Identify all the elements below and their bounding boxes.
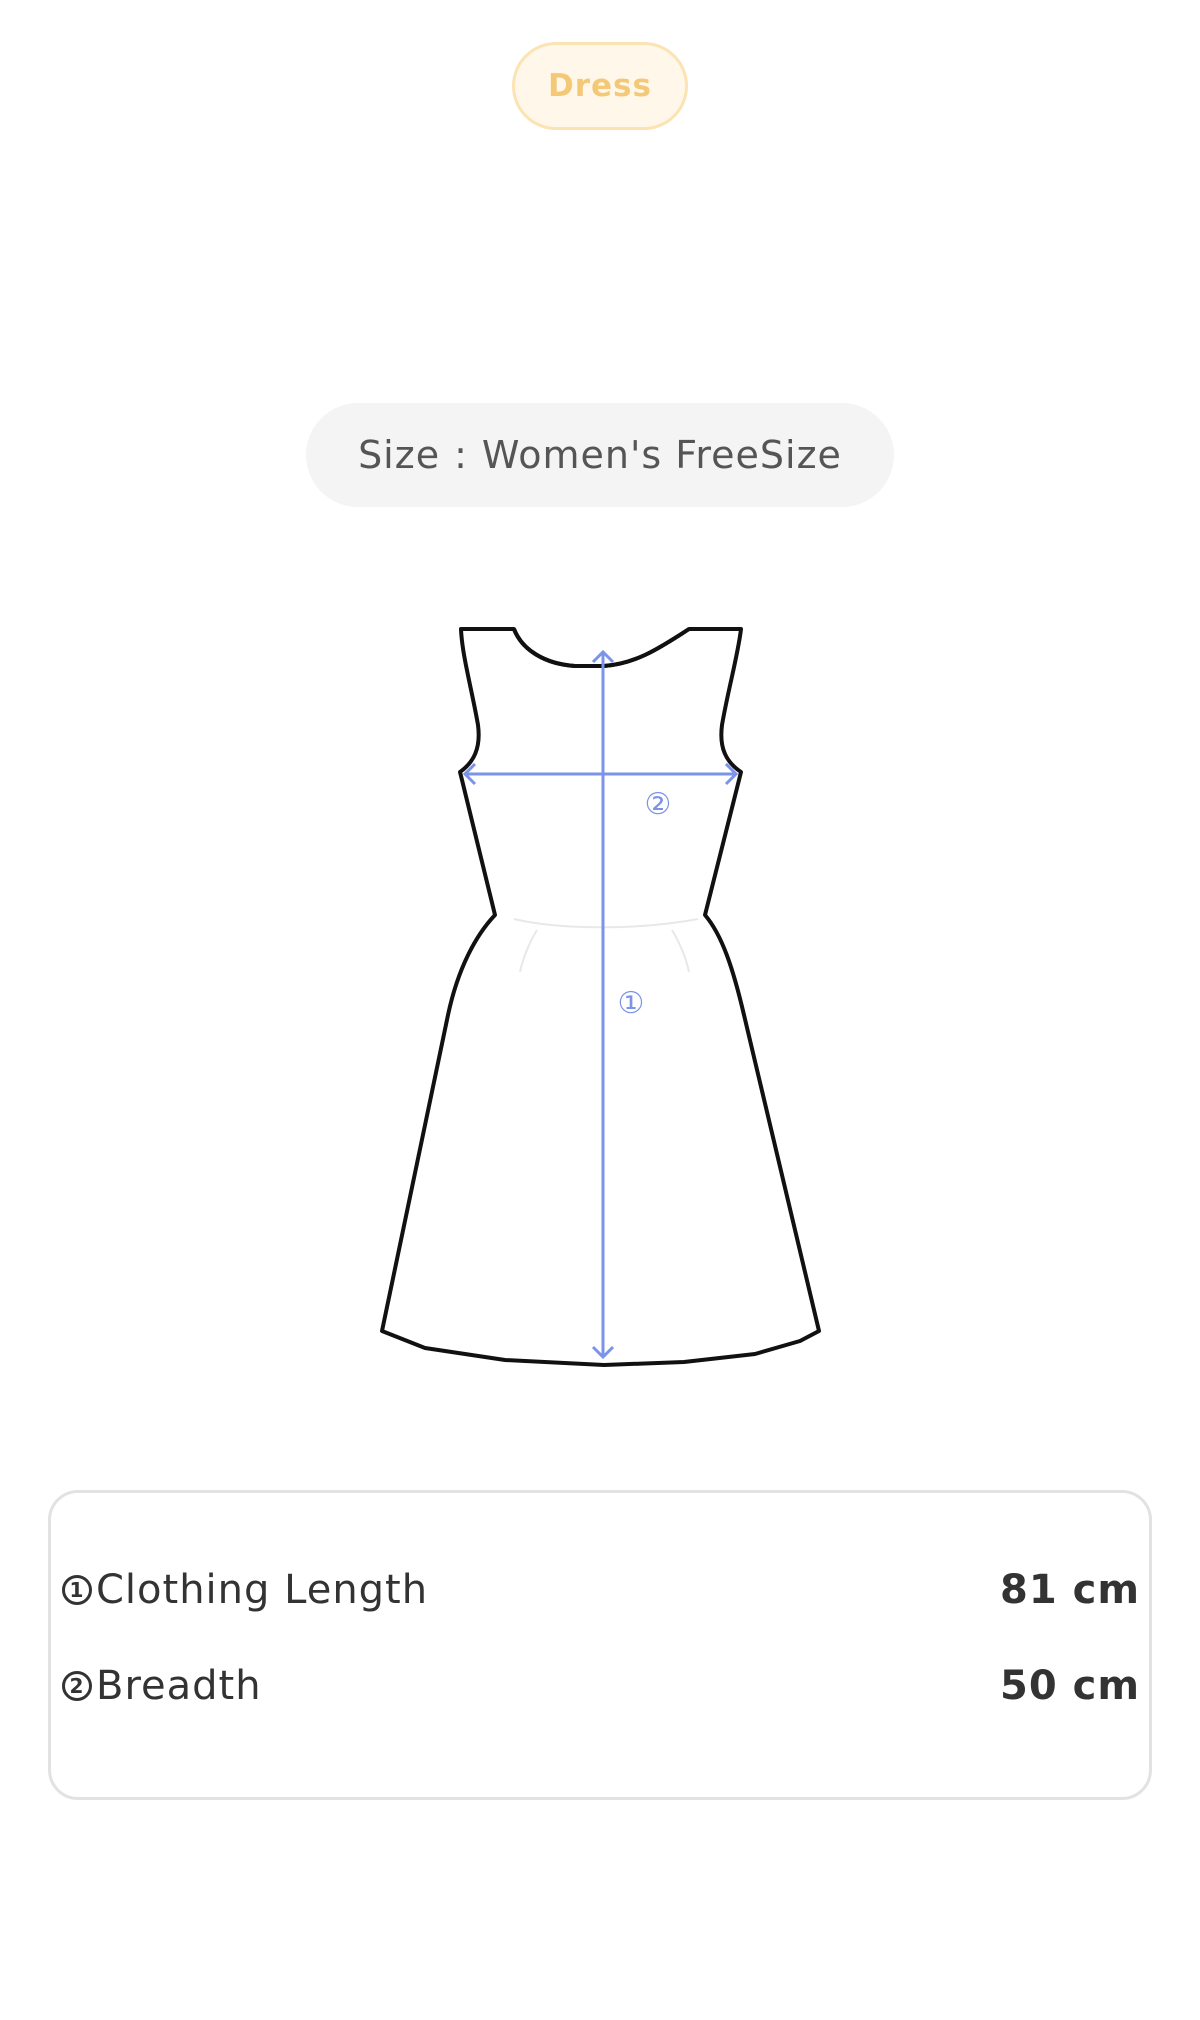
size-value: Women's FreeSize	[481, 433, 842, 477]
size-badge: Size : Women's FreeSize	[306, 403, 894, 507]
marker-badge-2: 2	[62, 1671, 92, 1701]
marker-badge-1: 1	[62, 1575, 92, 1605]
size-prefix: Size	[358, 433, 441, 477]
dress-measurement-diagram: ① ②	[380, 627, 821, 1367]
breadth-marker: ②	[645, 787, 672, 822]
measurement-row: 2 Breadth 50 cm	[62, 1656, 1140, 1716]
size-separator: :	[454, 433, 468, 477]
sleeveless-dress-icon	[380, 627, 821, 1367]
measurement-row: 1 Clothing Length 81 cm	[62, 1560, 1140, 1620]
category-badge: Dress	[512, 42, 688, 130]
measurement-value: 50 cm	[1000, 1663, 1140, 1709]
measurement-card	[48, 1490, 1152, 1800]
category-label: Dress	[548, 68, 652, 104]
measurement-value: 81 cm	[1000, 1567, 1140, 1613]
measurement-label: Clothing Length	[96, 1567, 429, 1613]
clothing-length-marker: ①	[618, 986, 645, 1021]
measurement-label: Breadth	[96, 1663, 262, 1709]
